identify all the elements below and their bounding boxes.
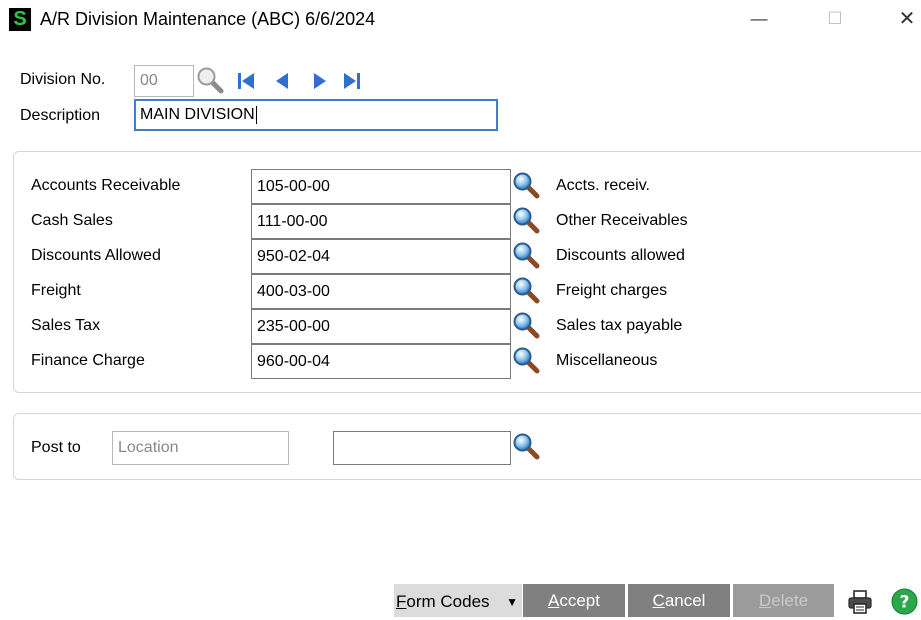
text-caret [255, 105, 257, 124]
description-field[interactable]: MAIN DIVISION [134, 99, 498, 131]
finance-charge-description: Miscellaneous [556, 352, 658, 369]
post-to-value-field[interactable] [333, 431, 511, 465]
cancel-button[interactable]: Cancel [628, 584, 730, 617]
previous-record-icon[interactable] [272, 70, 294, 92]
magnifier-icon[interactable] [512, 241, 540, 269]
delete-button[interactable]: Delete [733, 584, 834, 617]
division-no-field[interactable]: 00 [134, 65, 194, 97]
magnifier-icon[interactable] [512, 311, 540, 339]
cash-sales-description: Other Receivables [556, 212, 688, 229]
window-title: A/R Division Maintenance (ABC) 6/6/2024 [40, 9, 376, 29]
magnifier-icon[interactable] [512, 171, 540, 199]
printer-icon[interactable] [846, 588, 874, 616]
magnifier-icon[interactable] [196, 66, 224, 94]
accounts-receivable-field[interactable]: 105-00-00 [251, 169, 511, 204]
magnifier-icon[interactable] [512, 432, 540, 460]
next-record-icon[interactable] [308, 70, 330, 92]
maximize-button[interactable]: ☐ [812, 0, 858, 38]
accounts-receivable-label: Accounts Receivable [31, 177, 181, 194]
last-record-icon[interactable] [340, 70, 362, 92]
title-bar: S A/R Division Maintenance (ABC) 6/6/202… [0, 0, 921, 40]
minimize-button[interactable]: — [736, 0, 782, 38]
discounts-allowed-description: Discounts allowed [556, 247, 685, 264]
sales-tax-field[interactable]: 235-00-00 [251, 309, 511, 344]
help-icon[interactable]: ? [891, 588, 918, 615]
post-to-location-field[interactable]: Location [112, 431, 289, 465]
cash-sales-label: Cash Sales [31, 212, 113, 229]
accept-button[interactable]: Accept [523, 584, 625, 617]
freight-label: Freight [31, 282, 81, 299]
sales-tax-label: Sales Tax [31, 317, 101, 334]
discounts-allowed-field[interactable]: 950-02-04 [251, 239, 511, 274]
magnifier-icon[interactable] [512, 346, 540, 374]
svg-text:?: ? [900, 593, 910, 613]
accounts-receivable-description: Accts. receiv. [556, 177, 650, 194]
description-value: MAIN DIVISION [140, 106, 255, 123]
post-to-label: Post to [31, 439, 81, 456]
discounts-allowed-label: Discounts Allowed [31, 247, 161, 264]
magnifier-icon[interactable] [512, 276, 540, 304]
magnifier-icon[interactable] [512, 206, 540, 234]
dropdown-arrow-icon[interactable]: ▼ [506, 584, 518, 620]
close-button[interactable]: ✕ [884, 0, 921, 38]
sales-tax-description: Sales tax payable [556, 317, 683, 334]
form-codes-button[interactable]: Form Codes ▼ [394, 584, 522, 617]
cash-sales-field[interactable]: 111-00-00 [251, 204, 511, 239]
app-logo-icon: S [9, 8, 31, 31]
finance-charge-field[interactable]: 960-00-04 [251, 344, 511, 379]
freight-field[interactable]: 400-03-00 [251, 274, 511, 309]
freight-description: Freight charges [556, 282, 668, 299]
description-label: Description [20, 107, 101, 124]
finance-charge-label: Finance Charge [31, 352, 145, 369]
first-record-icon[interactable] [236, 70, 258, 92]
division-no-label: Division No. [20, 71, 106, 88]
